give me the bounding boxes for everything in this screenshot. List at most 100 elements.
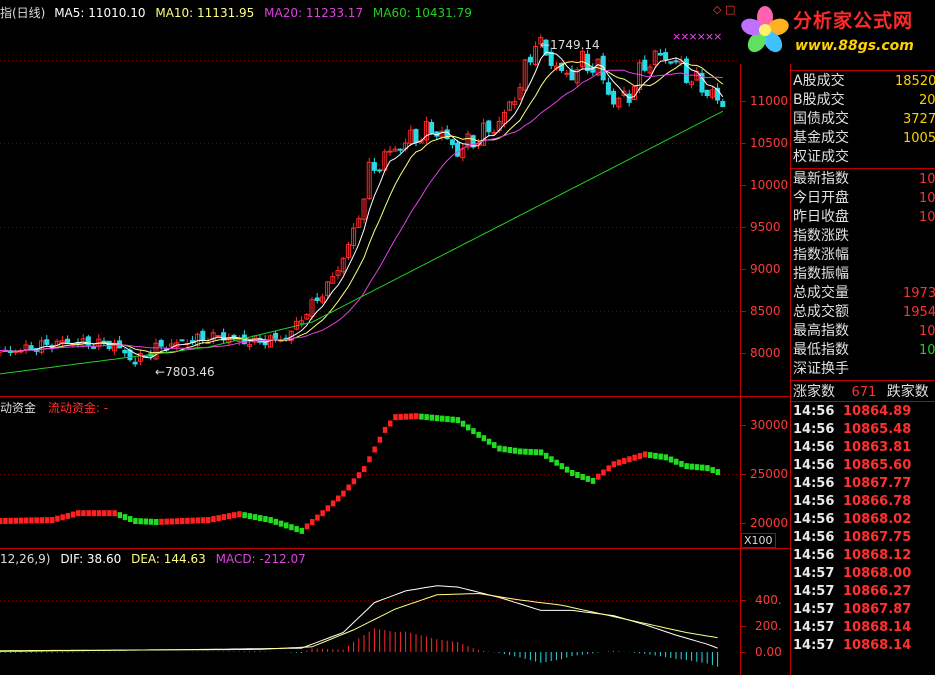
candle-body (273, 332, 279, 339)
price-axis-label: 11000 (750, 94, 789, 108)
main-chart-header: 指(日线) MA5: 11010.10 MA10: 11131.95 MA20:… (0, 4, 472, 21)
fund-dot (341, 490, 346, 497)
candle-body (85, 336, 91, 346)
tick-row[interactable]: 14:57 10867.87 (793, 601, 911, 619)
tick-price: 10867.77 (843, 476, 912, 491)
fund-dot (169, 518, 175, 525)
tick-row[interactable]: 14:56 10863.81 (793, 439, 911, 457)
tick-time: 14:56 (793, 404, 835, 419)
candle-body (486, 120, 492, 133)
tick-time: 14:56 (793, 422, 835, 437)
quote-row: A股成交 18520 (793, 72, 935, 91)
ma20-line (0, 69, 723, 352)
tick-row[interactable]: 14:56 10865.48 (793, 421, 911, 439)
window-control-icons[interactable]: ◇ □ (713, 3, 735, 16)
fund-dot (44, 517, 50, 524)
fund-dot (3, 517, 8, 524)
tick-row[interactable]: 14:57 10868.00 (793, 565, 911, 583)
candle-body (28, 345, 34, 350)
candle-body (605, 82, 611, 95)
fund-dot (122, 514, 128, 521)
diamond-icon[interactable]: ◇ (713, 3, 721, 16)
fund-dot (606, 465, 611, 472)
fund-dot (242, 512, 247, 519)
candle-body (158, 339, 164, 347)
fund-dot (211, 516, 216, 523)
fund-dot (590, 477, 596, 484)
fund-dot (684, 463, 689, 470)
fund-dot (429, 414, 435, 421)
tick-row[interactable]: 14:56 10867.77 (793, 475, 911, 493)
fund-dot (310, 519, 315, 526)
fund-dot (107, 510, 112, 517)
flower-icon (741, 6, 789, 53)
tick-row[interactable]: 14:56 10867.75 (793, 529, 911, 547)
tick-price: 10868.14 (843, 620, 912, 635)
candle-body (668, 61, 674, 64)
logo-title: 分析家公式网 (793, 10, 914, 32)
quote-label: 昨日收盘 (793, 209, 849, 225)
quote-value: 10 (919, 210, 935, 225)
candle-body (413, 129, 419, 143)
fund-dot (642, 451, 648, 458)
fund-dot (710, 467, 715, 474)
fund-unit-badge: X100 (741, 533, 776, 548)
tick-row[interactable]: 14:56 10864.89 (793, 403, 911, 421)
tick-time: 14:57 (793, 602, 835, 617)
macd-axis-label: 400. (755, 593, 782, 607)
tick-time: 14:56 (793, 530, 835, 545)
fund-dot (653, 452, 658, 459)
tick-row[interactable]: 14:56 10866.78 (793, 493, 911, 511)
fund-dot (346, 484, 351, 491)
fund-dot (356, 472, 362, 479)
tick-price: 10868.02 (843, 512, 912, 527)
candle-body (673, 60, 679, 63)
restore-icon[interactable]: □ (725, 3, 735, 16)
fund-dot (419, 413, 424, 420)
fund-dot (700, 464, 705, 471)
tick-row[interactable]: 14:56 10868.02 (793, 511, 911, 529)
fund-dot (689, 463, 695, 470)
tick-row[interactable]: 14:57 10868.14 (793, 619, 911, 637)
fund-dot (65, 512, 71, 519)
tick-row[interactable]: 14:56 10865.60 (793, 457, 911, 475)
quote-label: 指数涨幅 (793, 247, 849, 263)
index-name: 指(日线) (0, 6, 46, 20)
tick-row[interactable]: 14:57 10868.14 (793, 637, 911, 655)
candle-body (314, 297, 320, 301)
candle-body (200, 330, 206, 341)
candle-body (65, 338, 71, 344)
fund-dot (299, 527, 305, 534)
quote-label: B股成交 (793, 92, 845, 108)
fund-dot (377, 436, 383, 443)
ma5-label: MA5: 11010.10 (54, 6, 146, 20)
macd-panel-header: 12,26,9) DIF: 38.60 DEA: 144.63 MACD: -2… (0, 552, 306, 566)
tick-time: 14:56 (793, 548, 835, 563)
fund-dot (263, 516, 268, 523)
quote-row: 指数振幅 (793, 265, 849, 284)
candle-body (720, 100, 726, 108)
up-count-value: 671 (851, 385, 877, 400)
fund-dot (200, 517, 206, 524)
quote-value: 10 (919, 191, 935, 206)
fund-dot (388, 420, 393, 427)
candle-body (569, 69, 575, 81)
fund-dot (523, 448, 528, 455)
fund-dot (715, 469, 721, 476)
tick-row[interactable]: 14:56 10868.12 (793, 547, 911, 565)
quote-label: A股成交 (793, 73, 845, 89)
high-value: 1749.14 (550, 38, 600, 52)
low-arrow-icon: ← (155, 365, 166, 379)
candle-body (179, 339, 185, 342)
candle-body (611, 90, 617, 105)
candle-body (657, 52, 663, 56)
quote-value: 1973 (903, 286, 935, 301)
fund-label: 流动资金: - (47, 401, 109, 415)
fund-dot (372, 446, 377, 453)
quote-row: 总成交量 1973 (793, 284, 935, 303)
candle-body (429, 122, 435, 134)
fund-dot (81, 510, 86, 517)
tick-row[interactable]: 14:57 10866.27 (793, 583, 911, 601)
fund-dot (351, 478, 357, 485)
quote-row: 深证换手 (793, 360, 849, 379)
